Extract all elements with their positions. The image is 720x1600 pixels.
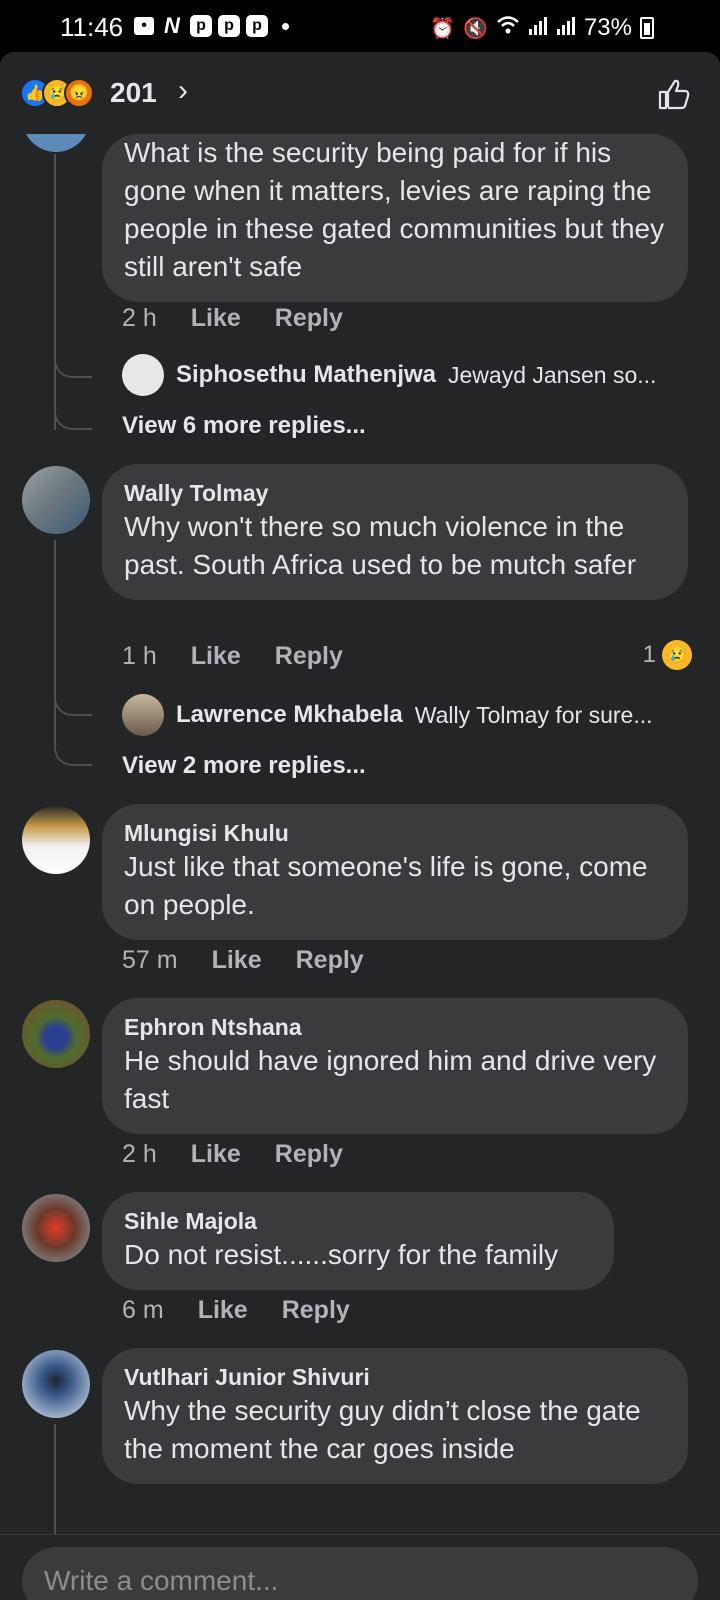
netflix-icon: N <box>164 13 180 38</box>
reactions-header[interactable]: 👍 😢 😠 201 › <box>0 52 720 134</box>
like-button[interactable]: Like <box>191 304 241 333</box>
reply-button[interactable]: Reply <box>275 1140 343 1169</box>
comment-bubble[interactable]: Mlungisi Khulu Just like that someone's … <box>102 804 688 940</box>
sad-reaction-icon: 😢 <box>662 640 692 670</box>
comment-time: 2 h <box>122 304 157 332</box>
reply-preview[interactable]: Lawrence Mkhabela Wally Tolmay for sure.… <box>122 694 692 736</box>
thread-line <box>54 154 56 430</box>
comment-actions: 2 h Like Reply <box>122 1140 343 1169</box>
comment-time: 2 h <box>122 1140 157 1168</box>
like-icon[interactable] <box>656 76 692 112</box>
reply-text: Jewayd Jansen so... <box>448 361 657 388</box>
comment-author[interactable]: Vutlhari Junior Shivuri <box>124 1362 666 1392</box>
reply-button[interactable]: Reply <box>282 1296 350 1325</box>
comment-text: What is the security being paid for if h… <box>124 137 665 282</box>
avatar[interactable] <box>22 466 90 534</box>
signal-icon <box>556 15 576 41</box>
comment-text: Why won't there so much violence in the … <box>124 511 637 580</box>
thread-line <box>54 1424 56 1534</box>
comment-author[interactable]: Wally Tolmay <box>124 478 666 508</box>
status-time: 11:46 <box>60 12 124 42</box>
comment-time: 1 h <box>122 642 157 670</box>
alarm-icon: ⏰ <box>430 17 456 40</box>
thread-line <box>54 540 56 740</box>
signal-icon <box>528 15 548 41</box>
reaction-count[interactable]: 201 <box>110 77 157 109</box>
avatar[interactable] <box>22 1000 90 1068</box>
reply-button[interactable]: Reply <box>275 642 343 671</box>
reply-author: Lawrence Mkhabela <box>176 701 403 728</box>
comment-author[interactable]: Mlungisi Khulu <box>124 818 666 848</box>
like-button[interactable]: Like <box>191 642 241 671</box>
reply-button[interactable]: Reply <box>275 304 343 333</box>
reply-preview[interactable]: Siphosethu Mathenjwa Jewayd Jansen so... <box>122 354 692 396</box>
reply-author: Siphosethu Mathenjwa <box>176 361 437 388</box>
comment-bubble[interactable]: Wally Tolmay Why won't there so much vio… <box>102 464 688 600</box>
reply-text: Wally Tolmay for sure... <box>414 701 653 728</box>
reaction-count: 1 <box>642 641 656 668</box>
more-notifications-dot <box>282 22 289 30</box>
view-more-replies-link[interactable]: View 6 more replies... <box>122 412 366 440</box>
comments-list[interactable]: What is the security being paid for if h… <box>0 134 720 1534</box>
battery-icon <box>640 17 654 39</box>
comment-bubble[interactable]: Sihle Majola Do not resist......sorry fo… <box>102 1192 614 1290</box>
thread-branch <box>54 352 92 378</box>
status-icons: ⏰ 🔇 73% <box>430 14 654 42</box>
like-button[interactable]: Like <box>212 946 262 975</box>
view-more-replies-link[interactable]: View 2 more replies... <box>122 752 366 780</box>
reaction-icons[interactable]: 👍 😢 😠 <box>20 78 94 108</box>
comment-text: Do not resist......sorry for the family <box>124 1239 559 1270</box>
chevron-right-icon[interactable]: › <box>178 74 188 108</box>
notification-icons: • N p p p <box>134 13 289 38</box>
angry-reaction-icon: 😠 <box>64 78 94 108</box>
comment-reactions[interactable]: 1 😢 <box>643 640 692 670</box>
comment-actions: 1 h Like Reply <box>122 642 343 671</box>
p-app-icon: p <box>246 15 268 37</box>
comment-text: He should have ignored him and drive ver… <box>124 1045 657 1114</box>
like-button[interactable]: Like <box>198 1296 248 1325</box>
avatar[interactable] <box>22 806 90 874</box>
thread-branch <box>54 740 92 766</box>
like-button[interactable]: Like <box>191 1140 241 1169</box>
comment-text: Just like that someone's life is gone, c… <box>124 851 648 920</box>
comment-bubble[interactable]: Vutlhari Junior Shivuri Why the security… <box>102 1348 688 1484</box>
thread-branch <box>54 404 92 430</box>
avatar[interactable] <box>122 354 164 396</box>
comment-actions: 57 m Like Reply <box>122 946 364 975</box>
comments-sheet: 👍 😢 😠 201 › What is the security being p… <box>0 52 720 1600</box>
mute-icon: 🔇 <box>463 17 488 40</box>
comment-bubble[interactable]: What is the security being paid for if h… <box>102 134 688 302</box>
avatar[interactable] <box>22 134 90 152</box>
comment-text: Why the security guy didn’t close the ga… <box>124 1395 641 1464</box>
p-app-icon: p <box>190 15 212 37</box>
status-bar: 11:46 • N p p p ⏰ 🔇 73% <box>0 0 720 52</box>
comment-input[interactable] <box>22 1547 698 1600</box>
thread-branch <box>54 690 92 716</box>
p-app-icon: p <box>218 15 240 37</box>
comment-time: 6 m <box>122 1296 164 1324</box>
avatar[interactable] <box>22 1350 90 1418</box>
comment-actions: 2 h Like Reply <box>122 304 343 333</box>
avatar[interactable] <box>122 694 164 736</box>
comment-composer <box>0 1534 720 1600</box>
message-icon: • <box>134 17 154 35</box>
reply-button[interactable]: Reply <box>296 946 364 975</box>
comment-time: 57 m <box>122 946 178 974</box>
comment-actions: 6 m Like Reply <box>122 1296 350 1325</box>
wifi-icon <box>496 15 520 41</box>
battery-percent: 73% <box>583 14 632 41</box>
avatar[interactable] <box>22 1194 90 1262</box>
comment-bubble[interactable]: Ephron Ntshana He should have ignored hi… <box>102 998 688 1134</box>
comment-author[interactable]: Ephron Ntshana <box>124 1012 666 1042</box>
comment-author[interactable]: Sihle Majola <box>124 1206 592 1236</box>
